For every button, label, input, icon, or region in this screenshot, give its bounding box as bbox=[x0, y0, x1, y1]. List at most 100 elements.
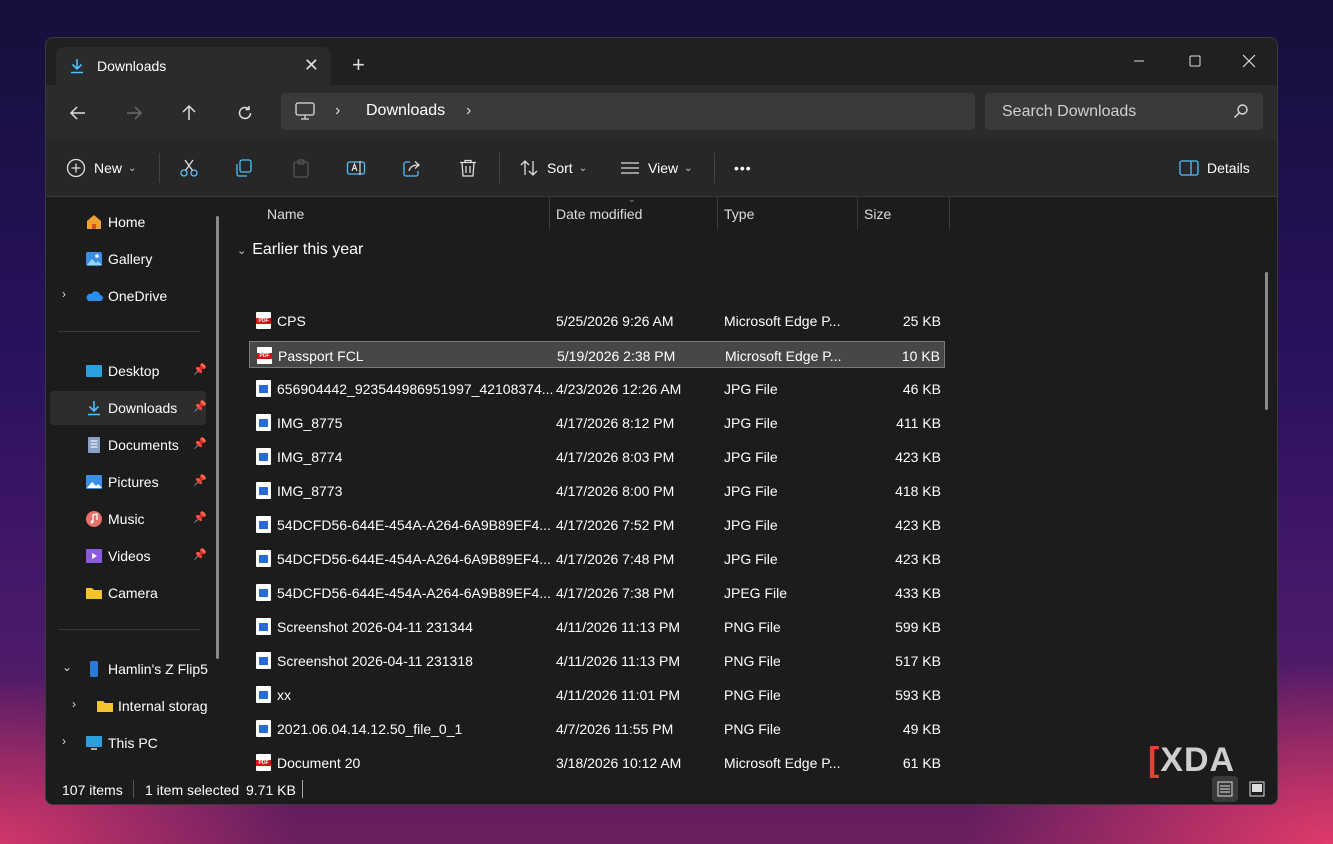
forward-button[interactable] bbox=[119, 98, 149, 128]
paste-button[interactable] bbox=[291, 154, 311, 182]
file-type: Microsoft Edge P... bbox=[724, 755, 841, 771]
file-row[interactable]: IMG_8774 4/17/2026 8:03 PM JPG File 423 KB bbox=[249, 443, 945, 470]
new-button[interactable]: New ⌄ bbox=[66, 154, 136, 182]
file-row[interactable]: 54DCFD56-644E-454A-A264-6A9B89EF4... 4/17… bbox=[249, 545, 945, 572]
delete-button[interactable] bbox=[458, 154, 478, 182]
paste-icon bbox=[293, 159, 309, 178]
chevron-right-icon[interactable]: › bbox=[62, 287, 66, 301]
rename-button[interactable] bbox=[346, 154, 366, 182]
file-date: 4/17/2026 7:48 PM bbox=[556, 551, 675, 567]
image-icon bbox=[256, 380, 271, 397]
column-header-size[interactable]: Size bbox=[864, 206, 891, 239]
up-button[interactable] bbox=[174, 98, 204, 128]
sidebar-item-documents[interactable]: Documents 📌 bbox=[50, 428, 207, 462]
item-count: 107 items bbox=[62, 782, 123, 798]
file-row[interactable]: 2021.06.04.14.12.50_file_0_1 4/7/2026 11:… bbox=[249, 715, 945, 742]
sidebar-item-phone[interactable]: ⌄ Hamlin's Z Flip5 bbox=[50, 652, 208, 686]
sidebar-item-internal-storage[interactable]: › Internal storag bbox=[50, 689, 208, 723]
pin-icon[interactable]: 📌 bbox=[193, 363, 207, 376]
sidebar-item-home[interactable]: Home bbox=[50, 205, 206, 239]
cut-button[interactable] bbox=[179, 154, 199, 182]
search-box[interactable]: Search Downloads bbox=[985, 93, 1263, 130]
file-row[interactable]: 54DCFD56-644E-454A-A264-6A9B89EF4... 4/17… bbox=[249, 579, 945, 606]
copy-button[interactable] bbox=[234, 154, 254, 182]
file-row[interactable]: Document 20 3/18/2026 10:12 AM Microsoft E… bbox=[249, 749, 945, 776]
column-header-type[interactable]: Type bbox=[724, 206, 754, 239]
sidebar-item-camera[interactable]: Camera bbox=[50, 576, 206, 610]
sidebar-item-this-pc[interactable]: › This PC bbox=[50, 726, 206, 760]
back-button[interactable] bbox=[63, 98, 93, 128]
rename-icon bbox=[346, 161, 366, 175]
chevron-down-icon: ⌄ bbox=[128, 162, 137, 174]
file-row[interactable]: Screenshot 2026-04-11 231344 4/11/2026 11… bbox=[249, 613, 945, 640]
file-type: Microsoft Edge P... bbox=[725, 348, 842, 364]
column-divider[interactable] bbox=[717, 197, 718, 230]
column-header-date[interactable]: Date modified bbox=[556, 206, 642, 239]
sidebar-item-videos[interactable]: Videos 📌 bbox=[50, 539, 207, 573]
image-icon bbox=[256, 482, 271, 499]
view-button[interactable]: View ⌄ bbox=[620, 154, 692, 182]
tab-downloads[interactable]: Downloads ✕ bbox=[56, 47, 331, 85]
group-header[interactable]: ⌄ Earlier this year bbox=[237, 241, 363, 259]
breadcrumb-downloads[interactable]: Downloads bbox=[366, 102, 445, 120]
chevron-right-icon[interactable]: › bbox=[72, 697, 76, 711]
pdf-icon bbox=[256, 754, 271, 771]
pin-icon[interactable]: 📌 bbox=[193, 511, 207, 524]
file-row[interactable]: Screenshot 2026-04-11 231318 4/11/2026 11… bbox=[249, 647, 945, 674]
pin-icon[interactable]: 📌 bbox=[193, 548, 207, 561]
column-divider[interactable] bbox=[949, 197, 950, 230]
desktop-icon bbox=[86, 365, 102, 377]
pin-icon[interactable]: 📌 bbox=[193, 474, 207, 487]
file-row[interactable]: IMG_8773 4/17/2026 8:00 PM JPG File 418 KB bbox=[249, 477, 945, 504]
view-list-icon bbox=[621, 162, 639, 174]
sidebar-item-label: Desktop bbox=[108, 363, 160, 379]
pin-icon[interactable]: 📌 bbox=[193, 437, 207, 450]
file-row[interactable]: 656904442_923544986951997_42108374... 4/2… bbox=[249, 375, 945, 402]
new-tab-button[interactable]: + bbox=[352, 54, 365, 76]
share-button[interactable] bbox=[402, 154, 422, 182]
sidebar-item-pictures[interactable]: Pictures 📌 bbox=[50, 465, 207, 499]
details-pane-button[interactable]: Details bbox=[1179, 154, 1250, 182]
breadcrumb-separator[interactable]: › bbox=[335, 102, 340, 120]
breadcrumb-separator[interactable]: › bbox=[466, 102, 471, 120]
file-type: JPEG File bbox=[724, 585, 788, 601]
sidebar-item-music[interactable]: Music 📌 bbox=[50, 502, 207, 536]
file-row[interactable]: CPS 5/25/2026 9:26 AM Microsoft Edge P... 2… bbox=[249, 307, 945, 334]
sidebar-item-gallery[interactable]: Gallery bbox=[50, 242, 206, 276]
minimize-button[interactable] bbox=[1119, 46, 1159, 76]
image-icon bbox=[256, 618, 271, 635]
sort-button[interactable]: Sort ⌄ bbox=[519, 154, 587, 182]
status-bar: 107 items 1 item selected 9.71 KB bbox=[46, 774, 1277, 804]
sidebar-item-desktop[interactable]: Desktop 📌 bbox=[50, 354, 207, 388]
sidebar-item-downloads[interactable]: Downloads 📌 bbox=[50, 391, 207, 425]
image-icon bbox=[256, 550, 271, 567]
divider bbox=[499, 153, 500, 183]
file-name: 54DCFD56-644E-454A-A264-6A9B89EF4... bbox=[277, 517, 551, 533]
address-bar[interactable]: › Downloads › bbox=[281, 93, 975, 130]
file-date: 5/25/2026 9:26 AM bbox=[556, 313, 674, 329]
chevron-right-icon[interactable]: › bbox=[62, 734, 66, 748]
folder-icon bbox=[97, 701, 113, 712]
cloud-icon bbox=[86, 291, 103, 301]
file-row[interactable]: IMG_8775 4/17/2026 8:12 PM JPG File 411 KB bbox=[249, 409, 945, 436]
sidebar-scrollbar[interactable] bbox=[216, 216, 219, 659]
column-divider[interactable] bbox=[857, 197, 858, 230]
file-row[interactable]: Passport FCL 5/19/2026 2:38 PM Microsoft E… bbox=[249, 341, 945, 368]
chevron-down-icon[interactable]: ⌄ bbox=[62, 660, 72, 674]
music-icon bbox=[86, 511, 102, 527]
tab-close-icon[interactable]: ✕ bbox=[304, 55, 319, 76]
preview-view-button[interactable] bbox=[1244, 776, 1270, 802]
file-row[interactable]: xx 4/11/2026 11:01 PM PNG File 593 KB bbox=[249, 681, 945, 708]
refresh-button[interactable] bbox=[230, 98, 260, 128]
file-size: 423 KB bbox=[895, 449, 941, 465]
file-name: 2021.06.04.14.12.50_file_0_1 bbox=[277, 721, 463, 737]
close-button[interactable] bbox=[1229, 46, 1269, 76]
column-header-name[interactable]: Name bbox=[267, 206, 304, 239]
pin-icon[interactable]: 📌 bbox=[193, 400, 207, 413]
column-divider[interactable] bbox=[549, 197, 550, 230]
file-row[interactable]: 54DCFD56-644E-454A-A264-6A9B89EF4... 4/17… bbox=[249, 511, 945, 538]
sidebar-item-onedrive[interactable]: › OneDrive bbox=[50, 279, 206, 313]
more-options-button[interactable]: ••• bbox=[734, 154, 752, 182]
maximize-button[interactable] bbox=[1175, 46, 1215, 76]
file-list-scrollbar[interactable] bbox=[1265, 272, 1268, 410]
